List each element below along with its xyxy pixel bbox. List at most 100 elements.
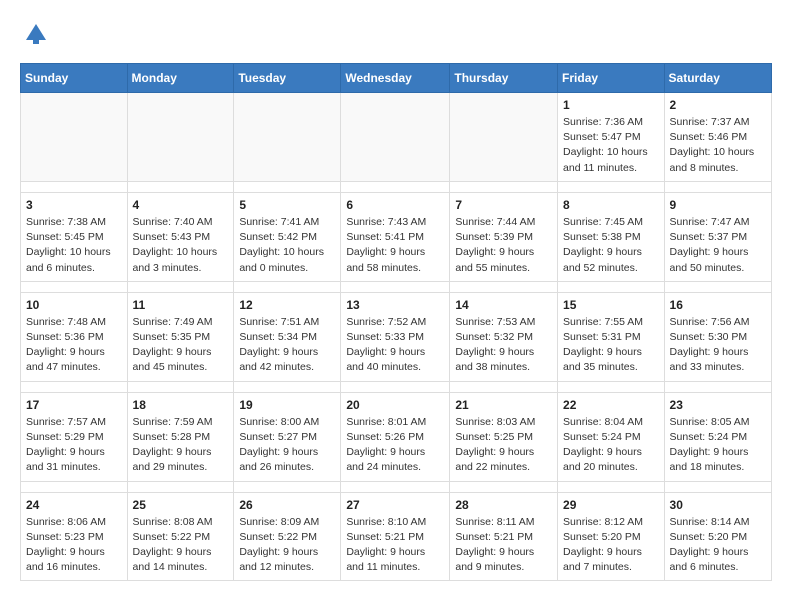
day-number: 25 bbox=[133, 498, 229, 512]
day-info: Sunrise: 7:40 AM Sunset: 5:43 PM Dayligh… bbox=[133, 215, 229, 276]
separator-cell bbox=[558, 181, 665, 192]
day-number: 29 bbox=[563, 498, 659, 512]
calendar-cell: 11Sunrise: 7:49 AM Sunset: 5:35 PM Dayli… bbox=[127, 292, 234, 381]
calendar-cell bbox=[234, 93, 341, 182]
calendar-cell: 19 Sunrise: 8:00 AM Sunset: 5:27 PM Dayli… bbox=[234, 392, 341, 481]
calendar-cell: 28Sunrise: 8:11 AM Sunset: 5:21 PM Dayli… bbox=[450, 492, 558, 581]
day-number: 15 bbox=[563, 298, 659, 312]
day-info: Sunrise: 8:10 AM Sunset: 5:21 PM Dayligh… bbox=[346, 515, 444, 576]
weekday-header-monday: Monday bbox=[127, 64, 234, 93]
day-info: Sunrise: 7:55 AM Sunset: 5:31 PM Dayligh… bbox=[563, 315, 659, 376]
day-number: 3 bbox=[26, 198, 122, 212]
calendar-cell: 16 Sunrise: 7:56 AM Sunset: 5:30 PM Dayli… bbox=[664, 292, 771, 381]
day-info: Sunrise: 8:00 AM Sunset: 5:27 PM Dayligh… bbox=[239, 415, 335, 476]
calendar-cell: 18Sunrise: 7:59 AM Sunset: 5:28 PM Dayli… bbox=[127, 392, 234, 481]
day-number: 6 bbox=[346, 198, 444, 212]
day-info: Sunrise: 8:06 AM Sunset: 5:23 PM Dayligh… bbox=[26, 515, 122, 576]
calendar-cell: 29Sunrise: 8:12 AM Sunset: 5:20 PM Dayli… bbox=[558, 492, 665, 581]
separator-cell bbox=[558, 281, 665, 292]
separator-cell bbox=[127, 481, 234, 492]
calendar-cell: 25 Sunrise: 8:08 AM Sunset: 5:22 PM Dayli… bbox=[127, 492, 234, 581]
separator-cell bbox=[450, 281, 558, 292]
weekday-header-tuesday: Tuesday bbox=[234, 64, 341, 93]
day-number: 11 bbox=[133, 298, 229, 312]
separator-cell bbox=[664, 181, 771, 192]
calendar-cell: 27Sunrise: 8:10 AM Sunset: 5:21 PM Dayli… bbox=[341, 492, 450, 581]
separator-cell bbox=[21, 281, 128, 292]
weekday-header-wednesday: Wednesday bbox=[341, 64, 450, 93]
separator-cell bbox=[127, 381, 234, 392]
calendar-cell: 21Sunrise: 8:03 AM Sunset: 5:25 PM Dayli… bbox=[450, 392, 558, 481]
calendar-cell: 12 Sunrise: 7:51 AM Sunset: 5:34 PM Dayli… bbox=[234, 292, 341, 381]
separator-cell bbox=[234, 181, 341, 192]
weekday-header-saturday: Saturday bbox=[664, 64, 771, 93]
separator-cell bbox=[450, 381, 558, 392]
separator-cell bbox=[341, 181, 450, 192]
day-info: Sunrise: 7:43 AM Sunset: 5:41 PM Dayligh… bbox=[346, 215, 444, 276]
separator-cell bbox=[341, 281, 450, 292]
separator-cell bbox=[21, 381, 128, 392]
day-number: 1 bbox=[563, 98, 659, 112]
calendar-cell: 26Sunrise: 8:09 AM Sunset: 5:22 PM Dayli… bbox=[234, 492, 341, 581]
row-separator bbox=[21, 281, 772, 292]
row-separator bbox=[21, 181, 772, 192]
weekday-header-friday: Friday bbox=[558, 64, 665, 93]
separator-cell bbox=[21, 481, 128, 492]
calendar-cell bbox=[341, 93, 450, 182]
header bbox=[20, 16, 772, 53]
day-info: Sunrise: 8:01 AM Sunset: 5:26 PM Dayligh… bbox=[346, 415, 444, 476]
day-number: 7 bbox=[455, 198, 552, 212]
day-number: 14 bbox=[455, 298, 552, 312]
calendar-table: SundayMondayTuesdayWednesdayThursdayFrid… bbox=[20, 63, 772, 581]
day-info: Sunrise: 7:51 AM Sunset: 5:34 PM Dayligh… bbox=[239, 315, 335, 376]
day-number: 30 bbox=[670, 498, 766, 512]
day-info: Sunrise: 8:08 AM Sunset: 5:22 PM Dayligh… bbox=[133, 515, 229, 576]
calendar-week-row: 1 Sunrise: 7:36 AM Sunset: 5:47 PM Daylig… bbox=[21, 93, 772, 182]
calendar-week-row: 3Sunrise: 7:38 AM Sunset: 5:45 PM Daylig… bbox=[21, 192, 772, 281]
day-info: Sunrise: 7:45 AM Sunset: 5:38 PM Dayligh… bbox=[563, 215, 659, 276]
day-info: Sunrise: 7:44 AM Sunset: 5:39 PM Dayligh… bbox=[455, 215, 552, 276]
day-info: Sunrise: 7:36 AM Sunset: 5:47 PM Dayligh… bbox=[563, 115, 659, 176]
calendar-cell bbox=[450, 93, 558, 182]
day-info: Sunrise: 8:04 AM Sunset: 5:24 PM Dayligh… bbox=[563, 415, 659, 476]
day-number: 4 bbox=[133, 198, 229, 212]
day-info: Sunrise: 7:37 AM Sunset: 5:46 PM Dayligh… bbox=[670, 115, 766, 176]
day-number: 17 bbox=[26, 398, 122, 412]
day-number: 21 bbox=[455, 398, 552, 412]
calendar-cell bbox=[21, 93, 128, 182]
calendar-week-row: 17 Sunrise: 7:57 AM Sunset: 5:29 PM Dayli… bbox=[21, 392, 772, 481]
separator-cell bbox=[450, 481, 558, 492]
day-info: Sunrise: 7:57 AM Sunset: 5:29 PM Dayligh… bbox=[26, 415, 122, 476]
calendar-cell: 3Sunrise: 7:38 AM Sunset: 5:45 PM Daylig… bbox=[21, 192, 128, 281]
day-number: 5 bbox=[239, 198, 335, 212]
day-number: 12 bbox=[239, 298, 335, 312]
day-number: 19 bbox=[239, 398, 335, 412]
day-number: 20 bbox=[346, 398, 444, 412]
calendar-cell: 24Sunrise: 8:06 AM Sunset: 5:23 PM Dayli… bbox=[21, 492, 128, 581]
day-number: 22 bbox=[563, 398, 659, 412]
day-info: Sunrise: 7:56 AM Sunset: 5:30 PM Dayligh… bbox=[670, 315, 766, 376]
day-number: 28 bbox=[455, 498, 552, 512]
calendar-cell: 23Sunrise: 8:05 AM Sunset: 5:24 PM Dayli… bbox=[664, 392, 771, 481]
weekday-header-sunday: Sunday bbox=[21, 64, 128, 93]
weekday-header-thursday: Thursday bbox=[450, 64, 558, 93]
separator-cell bbox=[558, 481, 665, 492]
day-number: 8 bbox=[563, 198, 659, 212]
day-number: 26 bbox=[239, 498, 335, 512]
day-number: 13 bbox=[346, 298, 444, 312]
separator-cell bbox=[127, 281, 234, 292]
calendar-cell: 10Sunrise: 7:48 AM Sunset: 5:36 PM Dayli… bbox=[21, 292, 128, 381]
day-info: Sunrise: 7:48 AM Sunset: 5:36 PM Dayligh… bbox=[26, 315, 122, 376]
day-number: 18 bbox=[133, 398, 229, 412]
page: SundayMondayTuesdayWednesdayThursdayFrid… bbox=[0, 0, 792, 597]
separator-cell bbox=[234, 281, 341, 292]
logo-icon bbox=[22, 20, 50, 48]
separator-cell bbox=[234, 481, 341, 492]
calendar-cell: 13 Sunrise: 7:52 AM Sunset: 5:33 PM Dayli… bbox=[341, 292, 450, 381]
day-info: Sunrise: 7:52 AM Sunset: 5:33 PM Dayligh… bbox=[346, 315, 444, 376]
day-number: 16 bbox=[670, 298, 766, 312]
separator-cell bbox=[341, 381, 450, 392]
day-info: Sunrise: 7:53 AM Sunset: 5:32 PM Dayligh… bbox=[455, 315, 552, 376]
separator-cell bbox=[234, 381, 341, 392]
logo-text bbox=[20, 20, 50, 53]
